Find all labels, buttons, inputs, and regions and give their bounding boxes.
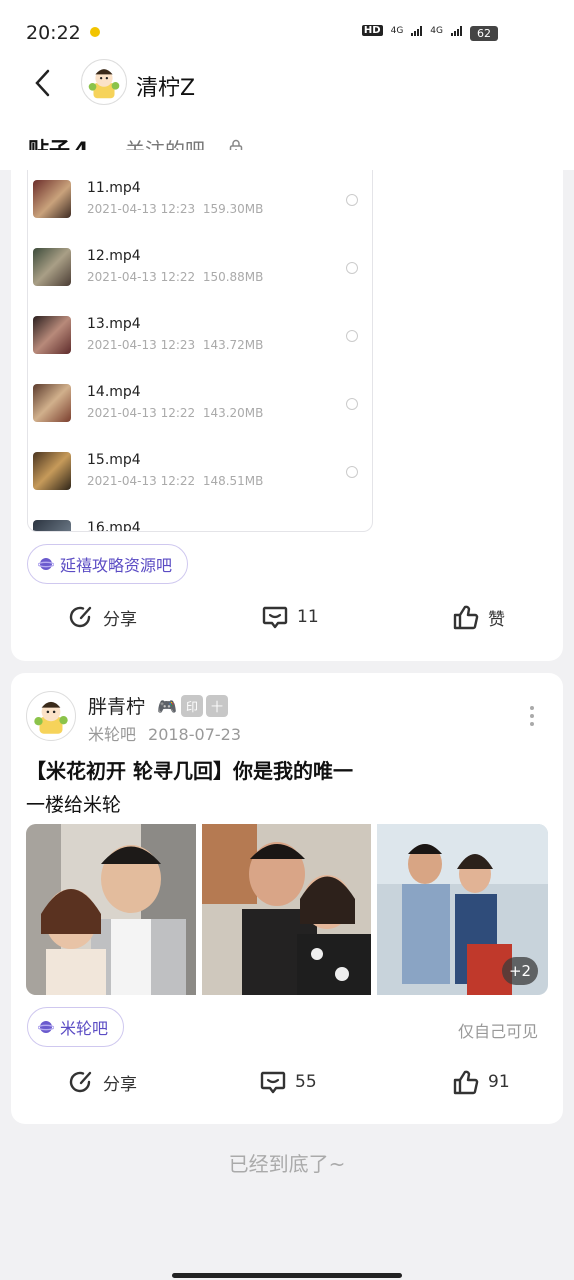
post-image[interactable] <box>202 824 371 995</box>
file-name: 16.mp4 <box>87 520 141 532</box>
comment-button[interactable]: 11 <box>261 603 319 631</box>
attachment-list[interactable]: 11.mp4 2021-04-13 12:23 159.30MB 12.mp4 … <box>27 170 373 532</box>
video-thumbnail <box>33 180 71 218</box>
status-time: 20:22 <box>26 22 81 44</box>
avatar[interactable] <box>26 691 76 741</box>
video-thumbnail <box>33 384 71 422</box>
forum-planet-icon <box>38 1021 54 1033</box>
hd-icon: HD <box>361 25 383 36</box>
list-item[interactable]: 14.mp4 2021-04-13 12:22 143.20MB <box>28 384 372 452</box>
home-indicator[interactable] <box>172 1273 402 1278</box>
file-meta: 2021-04-13 12:22 148.51MB <box>87 474 264 488</box>
avatar[interactable] <box>81 59 127 105</box>
select-radio[interactable] <box>346 330 358 342</box>
list-item[interactable]: 11.mp4 2021-04-13 12:23 159.30MB <box>28 180 372 248</box>
comment-button[interactable]: 55 <box>259 1068 317 1096</box>
file-meta: 2021-04-13 12:22 143.20MB <box>87 406 264 420</box>
notification-icon <box>90 27 100 37</box>
share-button[interactable]: 分享 <box>67 1068 137 1096</box>
signal-icon <box>411 25 423 36</box>
back-arrow-icon[interactable] <box>30 68 60 98</box>
game-badge-icon: 🎮 <box>156 695 178 717</box>
share-icon <box>69 1071 92 1093</box>
select-radio[interactable] <box>346 466 358 478</box>
comment-icon <box>262 606 288 629</box>
more-options-icon[interactable] <box>529 705 535 727</box>
meta-forum: 米轮吧 <box>88 725 137 744</box>
share-label: 分享 <box>103 609 137 630</box>
select-radio[interactable] <box>346 262 358 274</box>
forum-chip-label: 米轮吧 <box>60 1019 109 1038</box>
share-label: 分享 <box>103 1074 137 1095</box>
author-name[interactable]: 胖青柠 <box>88 692 145 719</box>
status-bar: 20:22 HD 4G 4G 62 <box>0 0 574 58</box>
image-grid: +2 <box>26 824 548 995</box>
battery-icon: 62 <box>470 26 498 41</box>
comment-icon <box>260 1071 286 1094</box>
like-button[interactable]: 91 <box>452 1068 510 1096</box>
forum-chip[interactable]: 延禧攻略资源吧 <box>27 544 189 584</box>
file-name: 11.mp4 <box>87 180 141 196</box>
action-bar: 分享 11 赞 <box>11 603 563 643</box>
forum-chip-label: 延禧攻略资源吧 <box>60 556 173 575</box>
file-name: 12.mp4 <box>87 248 141 264</box>
like-count: 91 <box>488 1072 510 1092</box>
file-meta: 2021-04-13 12:23 143.72MB <box>87 338 264 352</box>
like-label: 赞 <box>488 609 505 630</box>
network-label-1: 4G <box>390 25 404 36</box>
user-badges: 🎮 印 十 <box>156 695 228 717</box>
post-title[interactable]: 【米花初开 轮寻几回】你是我的唯一 <box>26 755 353 784</box>
username: 清柠Z <box>136 76 196 101</box>
comment-count: 11 <box>297 607 319 627</box>
file-name: 13.mp4 <box>87 316 141 332</box>
more-images-badge[interactable]: +2 <box>502 957 538 985</box>
post-card-1: 11.mp4 2021-04-13 12:23 159.30MB 12.mp4 … <box>11 150 563 661</box>
list-item[interactable]: 15.mp4 2021-04-13 12:22 148.51MB <box>28 452 372 520</box>
thumbs-up-icon <box>453 1070 479 1095</box>
file-meta: 2021-04-13 12:23 159.30MB <box>87 202 264 216</box>
video-thumbnail <box>33 520 71 531</box>
like-button[interactable]: 赞 <box>452 603 505 631</box>
end-of-list-text: 已经到底了~ <box>228 1152 346 1176</box>
select-radio[interactable] <box>346 194 358 206</box>
forum-chip[interactable]: 米轮吧 <box>27 1007 125 1047</box>
file-meta: 2021-04-13 12:22 150.88MB <box>87 270 264 284</box>
video-thumbnail <box>33 248 71 286</box>
post-body[interactable]: 一楼给米轮 <box>26 790 121 817</box>
thumbs-up-icon <box>453 605 479 630</box>
list-item[interactable]: 12.mp4 2021-04-13 12:22 150.88MB <box>28 248 372 316</box>
visibility-label: 仅自己可见 <box>457 1022 538 1041</box>
post-image[interactable]: +2 <box>377 824 548 995</box>
comment-count: 55 <box>295 1072 317 1092</box>
post-date: 2018-07-23 <box>148 725 241 744</box>
seal-badge: 印 <box>181 695 203 717</box>
select-radio[interactable] <box>346 398 358 410</box>
forum-planet-icon <box>38 558 54 570</box>
file-name: 14.mp4 <box>87 384 141 400</box>
action-bar: 分享 55 91 <box>11 1068 563 1108</box>
file-name: 15.mp4 <box>87 452 141 468</box>
list-item[interactable]: 13.mp4 2021-04-13 12:23 143.72MB <box>28 316 372 384</box>
post-meta: 米轮吧 2018-07-23 <box>88 721 241 745</box>
post-image[interactable] <box>26 824 196 995</box>
video-thumbnail <box>33 316 71 354</box>
post-card-2: 胖青柠 🎮 印 十 米轮吧 2018-07-23 【米花初开 轮寻几回】你是我的唯… <box>11 673 563 1124</box>
signal-icon <box>451 25 462 36</box>
share-icon <box>69 606 92 628</box>
video-thumbnail <box>33 452 71 490</box>
list-item[interactable]: 16.mp4 <box>28 520 372 532</box>
share-button[interactable]: 分享 <box>67 603 137 631</box>
level-badge: 十 <box>206 695 228 717</box>
network-label-2: 4G <box>430 25 443 36</box>
